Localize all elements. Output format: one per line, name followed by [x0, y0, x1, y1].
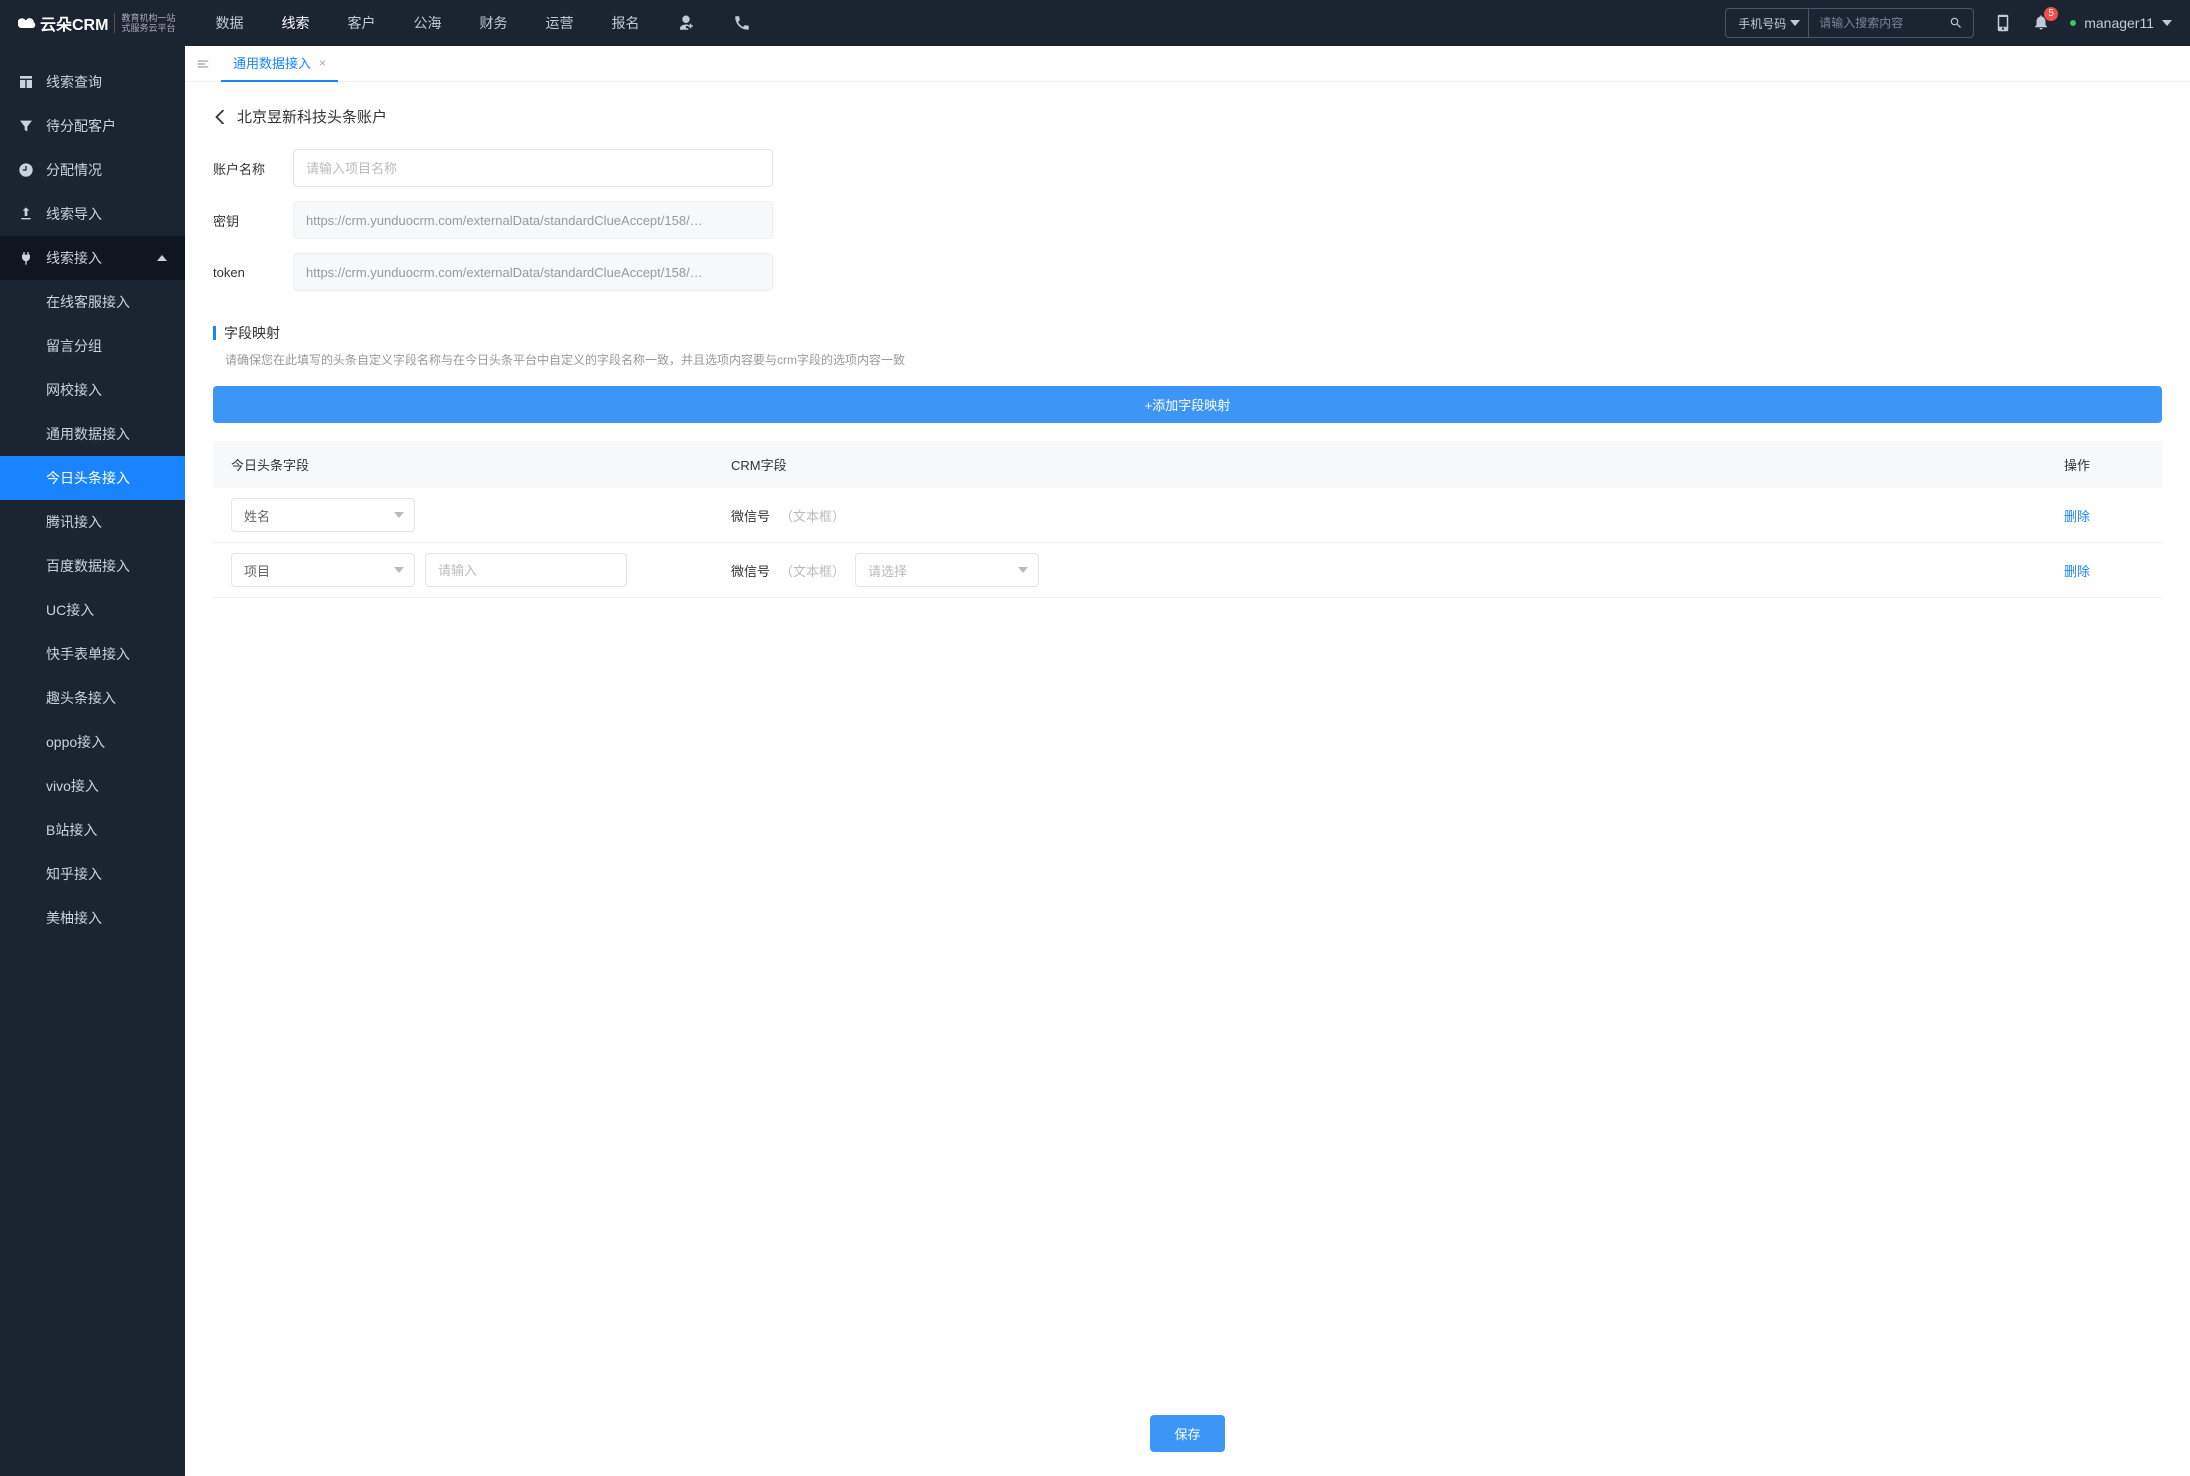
table-header: 今日头条字段 CRM字段 操作 — [213, 441, 2162, 488]
page-title: 北京昱新科技头条账户 — [237, 106, 387, 127]
clock-icon — [18, 162, 34, 178]
table-row: 项目 微信号 （文本框） 请选择 — [213, 543, 2162, 598]
mapping-table: 今日头条字段 CRM字段 操作 姓名 微信号 — [213, 441, 2162, 598]
nav-operation[interactable]: 运营 — [545, 13, 573, 33]
chevron-down-icon — [2162, 18, 2172, 28]
chevron-up-icon — [157, 253, 167, 263]
sidebar: 线索查询 待分配客户 分配情况 线索导入 线索接入 在线客服接入 留言分组 网校… — [0, 46, 185, 1476]
toutiao-field-select[interactable]: 姓名 — [231, 498, 415, 532]
plug-icon — [18, 250, 34, 266]
chevron-down-icon — [1790, 18, 1800, 28]
sidebar-sub-toutiao[interactable]: 今日头条接入 — [0, 456, 185, 500]
secret-input[interactable] — [293, 201, 773, 239]
sidebar-sub-oppo[interactable]: oppo接入 — [0, 720, 185, 764]
sidebar-sub-online[interactable]: 在线客服接入 — [0, 280, 185, 324]
crm-field-label: 微信号 — [731, 506, 770, 525]
token-input[interactable] — [293, 253, 773, 291]
notification-bell[interactable]: 5 — [2032, 13, 2050, 34]
tab-close-button[interactable]: × — [319, 56, 326, 70]
sidebar-item-pending[interactable]: 待分配客户 — [0, 104, 185, 148]
footer: 保存 — [213, 1385, 2162, 1452]
user-name: manager11 — [2084, 15, 2154, 31]
back-chevron-icon[interactable] — [213, 110, 227, 124]
top-right: 手机号码 5 manager11 — [1725, 8, 2172, 38]
logo-main: 云朵CRM — [18, 11, 108, 35]
title-bar-icon — [213, 326, 216, 340]
account-name-input[interactable] — [293, 149, 773, 187]
chevron-down-icon — [1018, 565, 1028, 575]
crm-field-label: 微信号 — [731, 561, 770, 580]
delete-row-link[interactable]: 删除 — [2064, 509, 2090, 524]
nav-finance[interactable]: 财务 — [479, 13, 507, 33]
sidebar-sub-general[interactable]: 通用数据接入 — [0, 412, 185, 456]
crm-field-hint: （文本框） — [780, 561, 845, 580]
mobile-icon[interactable] — [1994, 14, 2012, 32]
search-button[interactable] — [1939, 9, 1973, 37]
tabs-collapse-toggle[interactable] — [185, 46, 221, 82]
logo-sub: 教育机构一站 式服务云平台 — [114, 13, 175, 33]
sidebar-sub-vivo[interactable]: vivo接入 — [0, 764, 185, 808]
top-nav: 数据 线索 客户 公海 财务 运营 报名 — [215, 13, 751, 33]
mapping-title: 字段映射 — [213, 323, 2162, 343]
top-header: 云朵CRM 教育机构一站 式服务云平台 数据 线索 客户 公海 财务 运营 报名… — [0, 0, 2190, 46]
nav-signup[interactable]: 报名 — [611, 13, 639, 33]
chevron-down-icon — [394, 510, 404, 520]
notification-badge: 5 — [2044, 7, 2058, 21]
logo[interactable]: 云朵CRM 教育机构一站 式服务云平台 — [18, 11, 175, 35]
search-input[interactable] — [1809, 9, 1939, 37]
page-header: 北京昱新科技头条账户 — [213, 106, 2162, 127]
user-menu[interactable]: manager11 — [2070, 15, 2172, 31]
sidebar-sub-school[interactable]: 网校接入 — [0, 368, 185, 412]
main: 通用数据接入 × 北京昱新科技头条账户 账户名称 密钥 t — [185, 46, 2190, 1476]
add-mapping-button[interactable]: +添加字段映射 — [213, 386, 2162, 423]
filter-icon — [18, 118, 34, 134]
collapse-icon — [196, 57, 210, 71]
search-box: 手机号码 — [1725, 8, 1974, 38]
sidebar-sub-baidu[interactable]: 百度数据接入 — [0, 544, 185, 588]
secret-label: 密钥 — [213, 211, 273, 230]
mapping-desc: 请确保您在此填写的头条自定义字段名称与在今日头条平台中自定义的字段名称一致，并且… — [225, 351, 2162, 368]
account-name-label: 账户名称 — [213, 159, 273, 178]
table-icon — [18, 74, 34, 90]
nav-clue[interactable]: 线索 — [281, 13, 309, 33]
nav-public-sea[interactable]: 公海 — [413, 13, 441, 33]
sidebar-item-clue-query[interactable]: 线索查询 — [0, 60, 185, 104]
table-row: 姓名 微信号 （文本框） 删除 — [213, 488, 2162, 543]
sidebar-item-allocation[interactable]: 分配情况 — [0, 148, 185, 192]
search-type-select[interactable]: 手机号码 — [1726, 9, 1809, 37]
export-icon — [18, 206, 34, 222]
sidebar-item-import[interactable]: 线索导入 — [0, 192, 185, 236]
delete-row-link[interactable]: 删除 — [2064, 564, 2090, 579]
toutiao-field-select[interactable]: 项目 — [231, 553, 415, 587]
phone-icon[interactable] — [733, 14, 751, 32]
search-icon — [1949, 16, 1963, 30]
toutiao-field-input[interactable] — [425, 553, 627, 587]
tabs-bar: 通用数据接入 × — [185, 46, 2190, 82]
sidebar-sub-tencent[interactable]: 腾讯接入 — [0, 500, 185, 544]
crm-field-hint: （文本框） — [780, 506, 845, 525]
col-toutiao: 今日头条字段 — [231, 455, 731, 474]
save-button[interactable]: 保存 — [1150, 1415, 1224, 1452]
cloud-icon — [18, 16, 38, 30]
sidebar-sub-uc[interactable]: UC接入 — [0, 588, 185, 632]
sidebar-sub-qutoutiao[interactable]: 趣头条接入 — [0, 676, 185, 720]
sidebar-item-access[interactable]: 线索接入 — [0, 236, 185, 280]
col-action: 操作 — [2064, 455, 2144, 474]
user-add-icon[interactable] — [677, 14, 695, 32]
content: 北京昱新科技头条账户 账户名称 密钥 token 字段映射 — [185, 82, 2190, 1476]
nav-customer[interactable]: 客户 — [347, 13, 375, 33]
token-label: token — [213, 265, 273, 280]
nav-data[interactable]: 数据 — [215, 13, 243, 33]
sidebar-sub-zhihu[interactable]: 知乎接入 — [0, 852, 185, 896]
sidebar-sub-bilibili[interactable]: B站接入 — [0, 808, 185, 852]
chevron-down-icon — [394, 565, 404, 575]
status-dot-icon — [2070, 20, 2076, 26]
sidebar-sub-meiyou[interactable]: 美柚接入 — [0, 896, 185, 940]
tab-general-data[interactable]: 通用数据接入 × — [221, 46, 338, 82]
sidebar-sub-message[interactable]: 留言分组 — [0, 324, 185, 368]
col-crm: CRM字段 — [731, 455, 2064, 474]
crm-field-select[interactable]: 请选择 — [855, 553, 1039, 587]
sidebar-sub-kuaishou[interactable]: 快手表单接入 — [0, 632, 185, 676]
